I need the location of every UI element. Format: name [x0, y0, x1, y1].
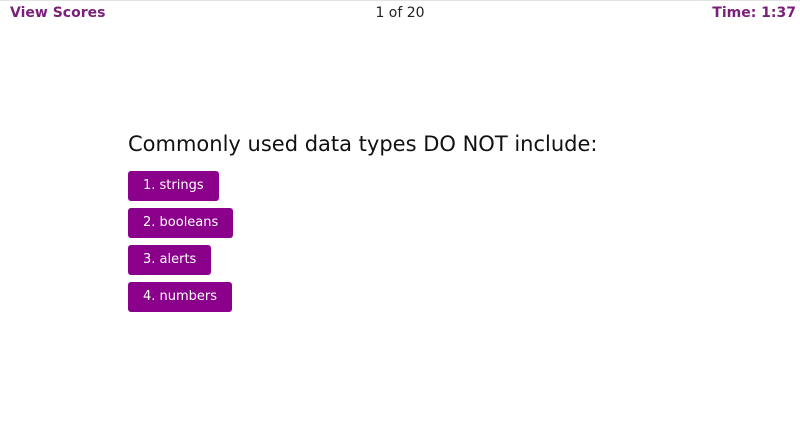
top-bar: View Scores 1 of 20 Time: 1:37	[0, 1, 800, 27]
answer-item: 3. alerts	[128, 245, 728, 275]
timer: Time: 1:37	[712, 5, 796, 21]
answer-button-3[interactable]: 3. alerts	[128, 245, 212, 275]
answer-item: 4. numbers	[128, 282, 728, 312]
answer-item: 2. booleans	[128, 208, 728, 238]
answer-button-2[interactable]: 2. booleans	[128, 208, 234, 238]
answer-list: 1. strings 2. booleans 3. alerts 4. numb…	[128, 171, 728, 312]
question-text: Commonly used data types DO NOT include:	[128, 132, 598, 156]
answer-button-4[interactable]: 4. numbers	[128, 282, 233, 312]
view-scores-link[interactable]: View Scores	[10, 5, 105, 21]
answer-item: 1. strings	[128, 171, 728, 201]
answer-button-1[interactable]: 1. strings	[128, 171, 219, 201]
quiz-card: Commonly used data types DO NOT include:…	[128, 132, 728, 319]
quiz-page: View Scores 1 of 20 Time: 1:37 Commonly …	[0, 0, 800, 425]
question-progress: 1 of 20	[375, 5, 425, 21]
